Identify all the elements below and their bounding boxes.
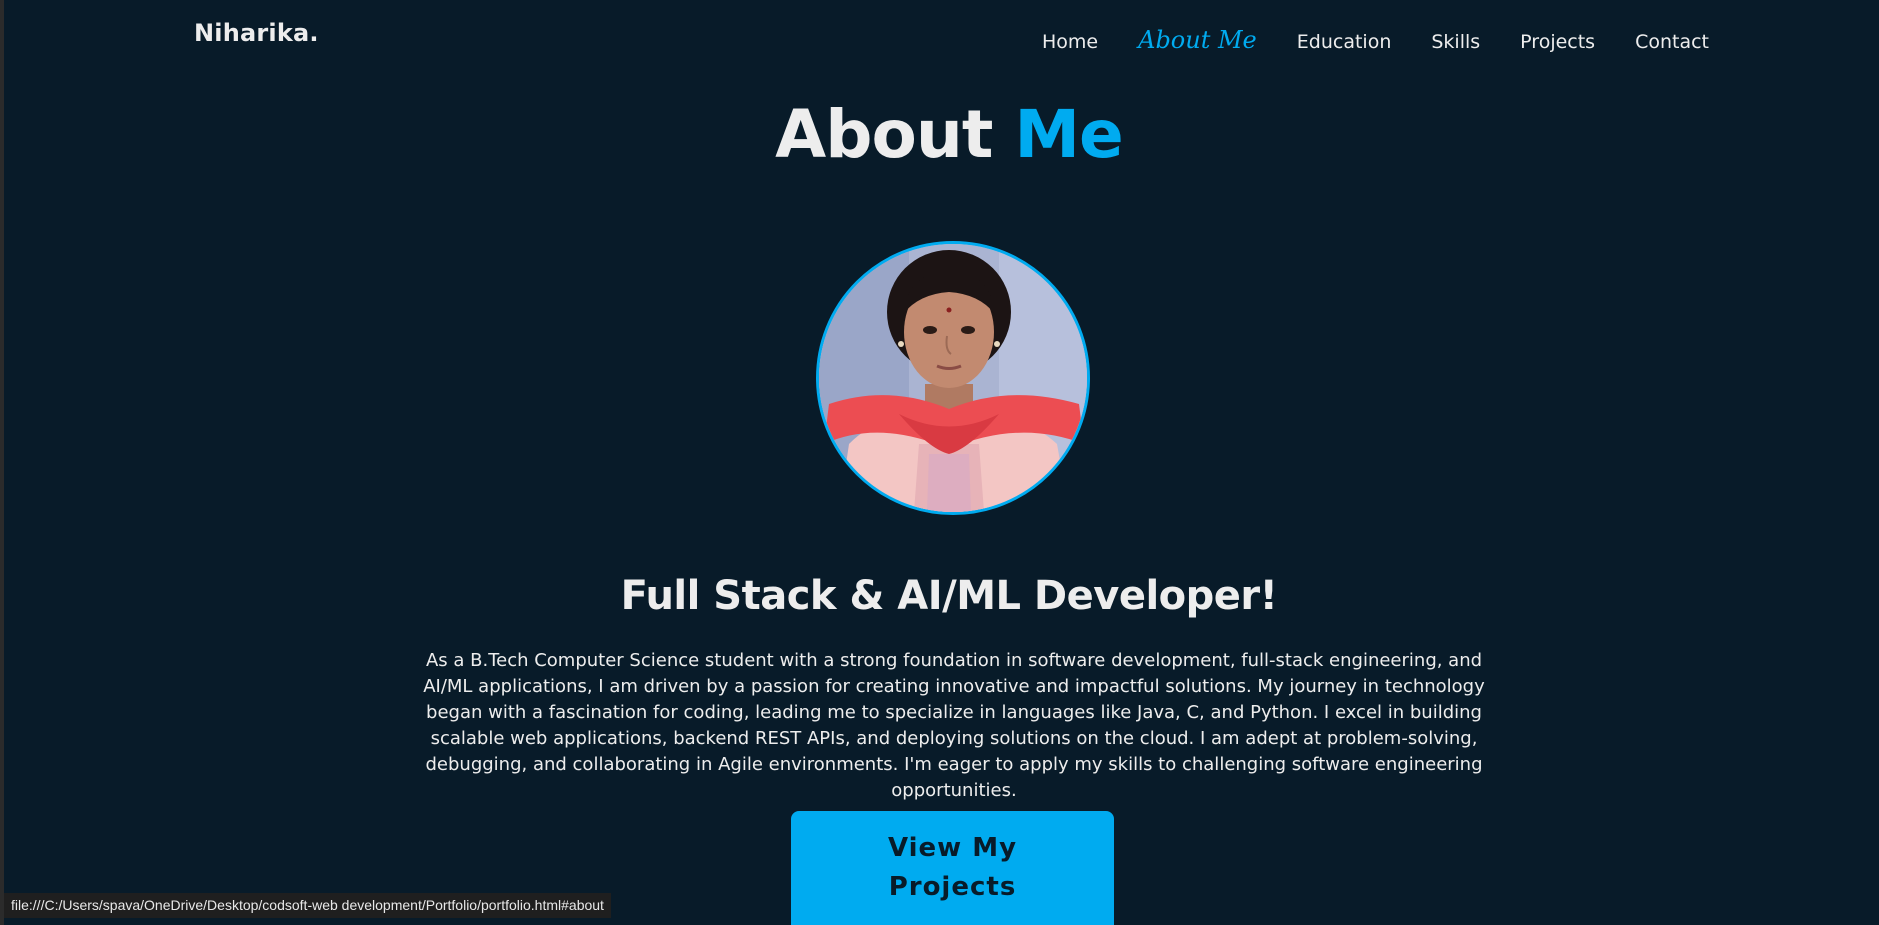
nav-projects[interactable]: Projects [1520,31,1595,53]
profile-photo-illustration [819,244,1087,512]
bio-paragraph: As a B.Tech Computer Science student wit… [423,650,1485,801]
section-heading: About Me [4,96,1879,173]
nav-about-me[interactable]: About Me [1138,26,1257,54]
page-viewport: Niharika. Home About Me Education Skills… [4,0,1879,925]
nav-home[interactable]: Home [1042,31,1098,53]
role-subheading: Full Stack & AI/ML Developer! [620,573,1278,619]
heading-main: About [775,96,993,173]
nav-contact[interactable]: Contact [1635,31,1709,53]
profile-photo [816,241,1090,515]
browser-status-bar: file:///C:/Users/spava/OneDrive/Desktop/… [4,893,611,918]
view-projects-button-label: View My Projects [887,833,1018,902]
logo[interactable]: Niharika. [194,19,319,47]
nav-education[interactable]: Education [1297,31,1392,53]
nav-skills[interactable]: Skills [1431,31,1480,53]
nav-links: Home About Me Education Skills Projects … [1042,26,1709,54]
view-projects-button[interactable]: View My Projects [791,811,1114,925]
navbar: Niharika. Home About Me Education Skills… [4,0,1879,80]
heading-accent: Me [1014,96,1123,173]
